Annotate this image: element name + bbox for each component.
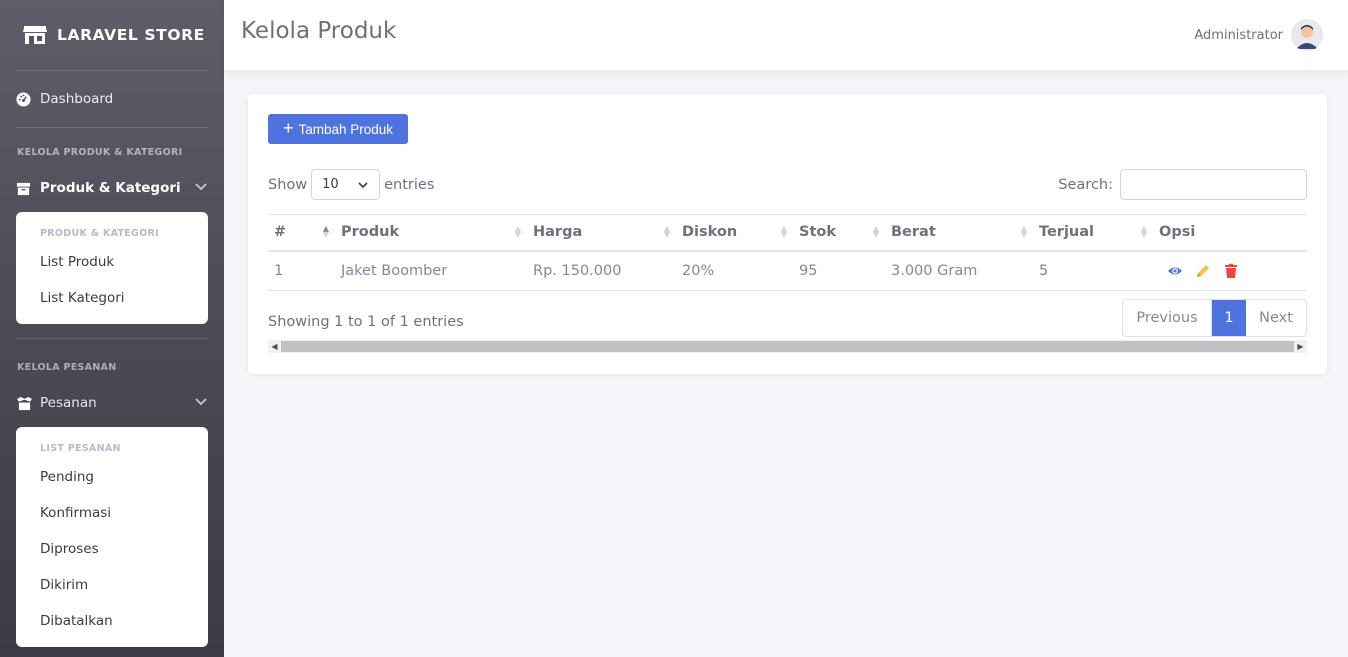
column-header: Opsi [1153,214,1307,252]
entries-value: 10 [322,177,339,192]
table-search: Search: [1058,169,1307,200]
submenu-item-list-produk[interactable]: List Produk [16,244,208,280]
table-cell: Jaket Boomber [335,250,527,291]
pagination-previous[interactable]: Previous [1123,300,1212,336]
sidebar-heading: KELOLA PESANAN [17,361,117,373]
table-row: 1 Jaket Boomber Rp. 150.000 20% 95 3.000… [268,250,1307,291]
submenu-produk: PRODUK & KATEGORI List Produk List Kateg… [16,212,208,324]
add-product-label: Tambah Produk [298,121,394,137]
brand-name: LARAVEL STORE [57,26,205,44]
brand[interactable]: LARAVEL STORE [0,0,224,70]
pagination: Previous 1 Next [1122,299,1307,337]
column-header[interactable]: # ▲ ▼ [268,214,335,252]
table-cell: 1 [268,250,335,291]
store-icon [23,26,47,44]
scrollbar-thumb[interactable] [281,341,1294,352]
sort-icon: ▲ ▼ [663,224,670,240]
column-header[interactable]: Produk ▲ ▼ [335,214,527,252]
table-cell: 3.000 Gram [885,250,1033,291]
sidebar-item-dashboard[interactable]: Dashboard [0,71,224,127]
sort-icon: ▲ ▼ [514,224,521,240]
show-label: Show [268,176,308,193]
sidebar-item-label: Produk & Kategori [40,180,181,196]
page-title: Kelola Produk [241,18,397,44]
user-name: Administrator [1194,27,1283,43]
sidebar-item-label: Pesanan [40,395,97,411]
sort-icon: ▲ ▼ [1140,224,1147,240]
search-input[interactable] [1120,169,1307,200]
table-header-row: # ▲ ▼ Produk ▲ ▼ Harga ▲ ▼ Diskon ▲ ▼ Stok ▲ ▼ Ber… [268,214,1307,252]
sidebar-item-produk-kategori[interactable]: Produk & Kategori [0,164,224,212]
column-header[interactable]: Diskon ▲ ▼ [676,214,793,252]
products-card: + Tambah Produk Show 10 entries Search: … [248,94,1327,374]
submenu-item-dibatalkan[interactable]: Dibatalkan [16,603,208,639]
horizontal-scrollbar[interactable]: ◀ ▶ [268,340,1307,353]
dashboard-icon [16,90,34,108]
submenu-pesanan: LIST PESANAN Pending Konfirmasi Diproses… [16,427,208,647]
chevron-down-icon [194,179,208,197]
table-cell-actions [1153,250,1307,291]
sidebar-item-pesanan[interactable]: Pesanan [0,379,224,427]
box-icon [16,179,34,197]
submenu-item-diproses[interactable]: Diproses [16,531,208,567]
topbar: Kelola Produk Administrator [224,0,1348,70]
entries-length: Show 10 entries [268,169,434,200]
scroll-right-icon[interactable]: ▶ [1294,342,1307,351]
column-header[interactable]: Harga ▲ ▼ [527,214,676,252]
chevron-down-icon [194,394,208,412]
table-cell: 5 [1033,250,1153,291]
entries-select[interactable]: 10 [311,169,381,200]
submenu-item-konfirmasi[interactable]: Konfirmasi [16,495,208,531]
sort-icon: ▲ ▼ [872,224,879,240]
submenu-heading: PRODUK & KATEGORI [40,227,159,239]
sidebar-heading: KELOLA PRODUK & KATEGORI [17,146,183,158]
plus-icon: + [282,118,294,138]
avatar[interactable] [1291,19,1323,51]
eye-icon[interactable] [1167,263,1183,279]
entries-label: entries [384,176,435,193]
table-cell: Rp. 150.000 [527,250,676,291]
trash-icon[interactable] [1223,263,1239,279]
add-product-button[interactable]: + Tambah Produk [268,114,408,144]
pagination-next[interactable]: Next [1246,300,1306,336]
products-table: # ▲ ▼ Produk ▲ ▼ Harga ▲ ▼ Diskon ▲ ▼ Stok ▲ ▼ Ber… [268,214,1307,291]
column-header[interactable]: Terjual ▲ ▼ [1033,214,1153,252]
submenu-item-dikirim[interactable]: Dikirim [16,567,208,603]
search-label: Search: [1058,176,1113,193]
sort-icon: ▲ ▼ [1020,224,1027,240]
user-menu[interactable]: Administrator [1194,19,1323,51]
submenu-item-pending[interactable]: Pending [16,459,208,495]
scroll-left-icon[interactable]: ◀ [268,342,281,351]
column-header[interactable]: Stok ▲ ▼ [793,214,885,252]
table-cell: 95 [793,250,885,291]
sidebar: LARAVEL STORE Dashboard KELOLA PRODUK & … [0,0,224,657]
column-header[interactable]: Berat ▲ ▼ [885,214,1033,252]
pencil-icon[interactable] [1195,263,1211,279]
submenu-heading: LIST PESANAN [40,442,121,454]
pagination-page-1[interactable]: 1 [1212,300,1246,336]
table-info: Showing 1 to 1 of 1 entries [268,314,464,330]
submenu-item-list-kategori[interactable]: List Kategori [16,280,208,316]
table-cell: 20% [676,250,793,291]
box-open-icon [16,394,34,412]
sort-icon: ▲ ▼ [780,224,787,240]
sort-icon: ▲ ▼ [322,224,329,240]
chevron-down-icon [358,181,368,188]
sidebar-item-label: Dashboard [40,91,114,107]
